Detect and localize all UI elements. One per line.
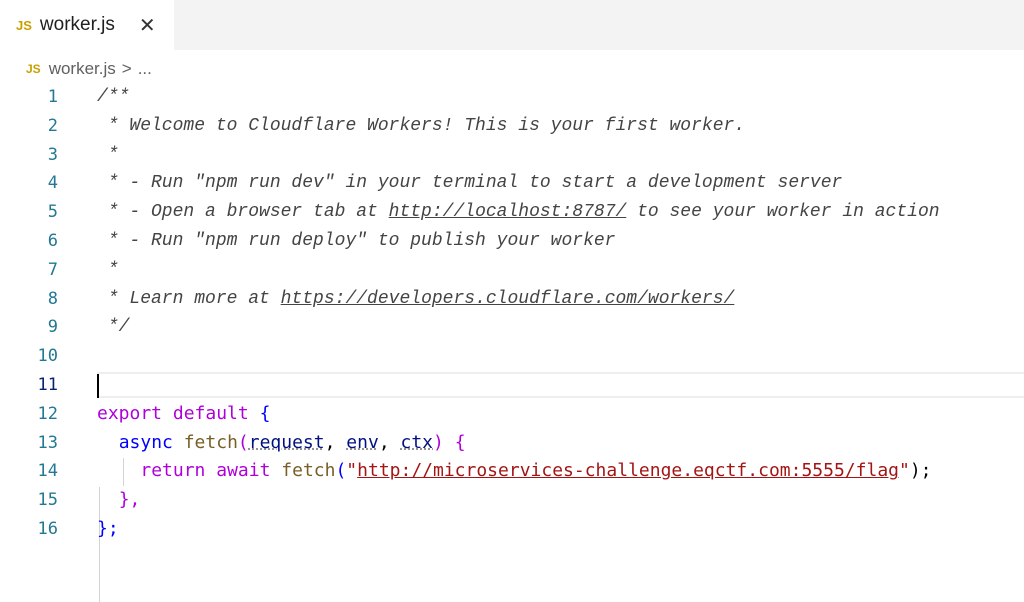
text-cursor [97,373,99,398]
comma: , [324,431,347,453]
code-text: export default { [97,400,270,429]
line-number: 14 [37,461,58,482]
close-icon[interactable]: ✕ [139,13,156,38]
code-line: 8 * Learn more at https://developers.clo… [0,285,1024,314]
keyword: await [216,460,271,482]
js-file-icon: JS [26,62,41,76]
tab-worker-js[interactable]: JS worker.js ✕ [0,0,174,50]
brace: }; [97,517,119,539]
line-number: 8 [47,288,58,309]
keyword: return [140,460,206,482]
line-number: 4 [47,173,58,194]
comment-text: * - Open a browser tab at [97,202,389,223]
code-line: 2 * Welcome to Cloudflare Workers! This … [0,112,1024,141]
code-line-current: 11 [0,371,1024,400]
code-text: * [97,144,119,165]
string-url[interactable]: http://microservices-challenge.eqctf.com… [357,460,899,481]
function-name: fetch [281,460,336,482]
current-line-highlight [97,371,1024,398]
code-text: return await fetch("http://microservices… [97,457,932,486]
line-number: 13 [37,432,58,453]
line-number: 5 [47,202,58,223]
code-text: */ [97,317,130,338]
breadcrumb-separator: > [121,59,132,78]
string-quote: " [899,460,910,482]
code-line: 4 * - Run "npm run dev" in your terminal… [0,169,1024,198]
brace: }, [118,489,141,511]
paren: ( [335,460,347,482]
line-number: 2 [47,115,58,136]
code-text: * Learn more at https://developers.cloud… [97,285,735,314]
brace: { [259,402,271,424]
code-line: 12 export default { [0,400,1024,429]
keyword: async [118,431,173,453]
breadcrumb: JS worker.js > ... [0,56,152,82]
line-number: 6 [47,230,58,251]
code-line: 10 [0,342,1024,371]
string-quote: " [346,460,358,482]
keyword: export [97,402,163,424]
line-number: 9 [47,317,58,338]
code-line: 16 }; [0,515,1024,544]
parameter: ctx [400,431,434,453]
code-text: * - Run "npm run deploy" to publish your… [97,230,616,251]
code-line: 7 * [0,256,1024,285]
comment-link[interactable]: http://localhost:8787/ [389,202,627,222]
comment-link[interactable]: https://developers.cloudflare.com/worker… [281,289,735,309]
js-file-icon: JS [16,17,32,33]
line-number: 15 [37,490,58,511]
line-number: 12 [37,403,58,424]
comment-text: * Learn more at [97,288,281,309]
code-line: 15 }, [0,486,1024,515]
code-line: 3 * [0,141,1024,170]
code-text: }; [97,515,119,544]
comma: , [378,431,401,453]
code-line: 6 * - Run "npm run deploy" to publish yo… [0,227,1024,256]
code-text: * Welcome to Cloudflare Workers! This is… [97,115,746,136]
statement-end: ); [909,460,932,482]
line-number: 16 [37,518,58,539]
paren: ) [433,431,455,453]
code-editor[interactable]: 1 /** 2 * Welcome to Cloudflare Workers!… [0,83,1024,602]
tab-bar: JS worker.js ✕ [0,0,1024,50]
brace: { [454,431,466,453]
line-number: 3 [47,144,58,165]
tab-label: worker.js [39,14,115,35]
code-text: async fetch(request, env, ctx) { [97,429,466,458]
code-text: * [97,259,119,280]
paren: ( [237,431,249,453]
code-text: /** [97,87,130,107]
code-line: 14 return await fetch("http://microservi… [0,457,1024,486]
code-text: * - Open a browser tab at http://localho… [97,198,940,227]
code-line: 13 async fetch(request, env, ctx) { [0,429,1024,458]
code-line: 1 /** [0,83,1024,112]
breadcrumb-more[interactable]: ... [138,59,152,79]
code-text: }, [97,486,141,515]
line-number: 11 [37,374,58,395]
comment-text: to see your worker in action [626,202,940,223]
function-name: fetch [183,431,238,453]
breadcrumb-file[interactable]: worker.js [49,59,116,79]
code-line: 5 * - Open a browser tab at http://local… [0,198,1024,227]
keyword: default [162,402,260,424]
line-number: 1 [47,87,58,107]
line-number: 7 [47,259,58,280]
code-line: 9 */ [0,313,1024,342]
code-text: * - Run "npm run dev" in your terminal t… [97,173,843,194]
parameter: env [346,431,379,453]
parameter: request [248,431,325,453]
line-number: 10 [37,346,58,367]
